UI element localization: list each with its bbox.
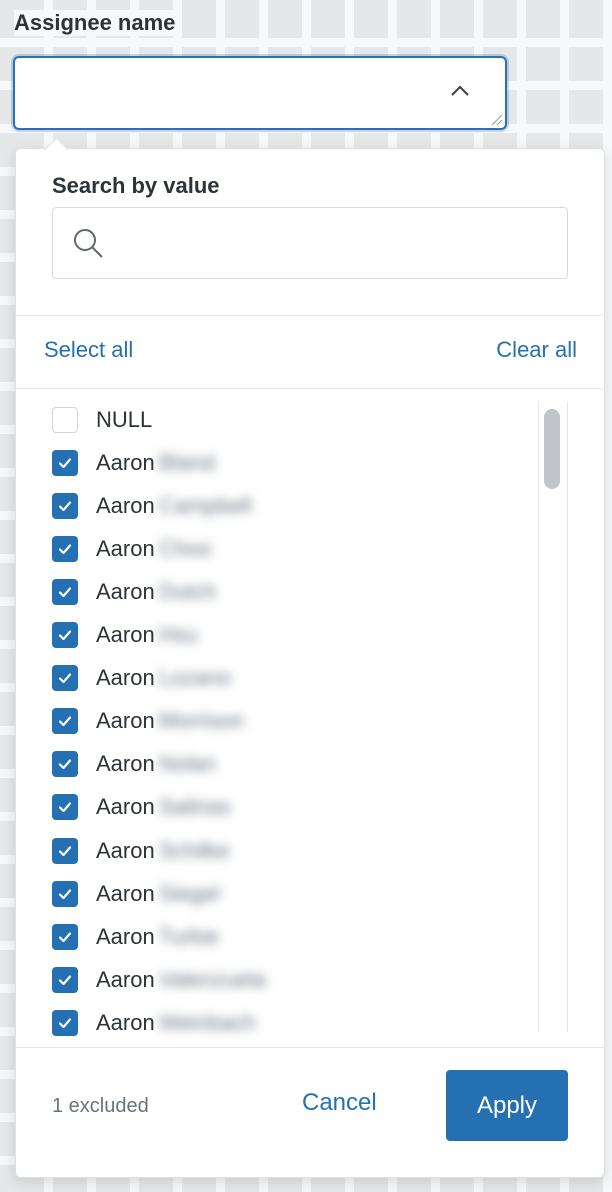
select-all-button[interactable]: Select all: [44, 337, 133, 363]
option-label-redacted: Campbell: [158, 492, 252, 518]
divider: [16, 1047, 604, 1048]
option-label: Aaron: [96, 880, 155, 906]
option-checkbox[interactable]: [52, 535, 78, 562]
check-icon: [58, 630, 72, 641]
option-item[interactable]: Aaron Bland: [52, 441, 215, 484]
check-icon: [58, 457, 72, 468]
option-checkbox[interactable]: [52, 449, 78, 476]
option-label: Aaron: [96, 449, 155, 475]
option-checkbox[interactable]: [52, 751, 78, 778]
option-checkbox[interactable]: [52, 578, 78, 605]
option-label-redacted: Lozano: [158, 665, 231, 691]
resize-handle-icon[interactable]: [487, 110, 503, 126]
option-label: Aaron: [96, 1009, 155, 1035]
option-label: Aaron: [96, 622, 155, 647]
field-label: Assignee name: [14, 10, 182, 36]
options-list[interactable]: NULL Aaron Bland Aaron Campbell Aaron Choo Aaro…: [16, 390, 604, 1046]
check-icon: [58, 845, 72, 856]
option-item[interactable]: Aaron Siegel: [52, 872, 220, 915]
option-checkbox[interactable]: [52, 406, 78, 433]
option-item[interactable]: Aaron Turkie: [52, 915, 219, 958]
check-icon: [58, 975, 72, 985]
search-field[interactable]: [52, 207, 568, 279]
option-checkbox[interactable]: [52, 665, 78, 692]
search-title: Search by value: [52, 173, 220, 198]
option-checkbox[interactable]: [52, 923, 78, 950]
option-item[interactable]: Aaron Weinbach: [52, 1001, 256, 1044]
divider: [16, 315, 604, 316]
option-label: NULL: [96, 406, 153, 432]
chevron-up-icon[interactable]: [449, 80, 471, 102]
check-icon: [58, 544, 72, 554]
option-item[interactable]: Aaron Dutch: [52, 570, 216, 613]
option-checkbox[interactable]: [52, 492, 78, 519]
check-icon: [58, 716, 72, 727]
option-label: Aaron: [96, 535, 155, 561]
cancel-button[interactable]: Cancel: [302, 1089, 377, 1117]
option-item[interactable]: Aaron Schilke: [52, 829, 230, 872]
option-label-redacted: Schilke: [158, 837, 230, 863]
excluded-count: 1 excluded: [52, 1095, 149, 1117]
option-label-redacted: Morrison: [158, 708, 245, 734]
option-label-redacted: Siegel: [158, 880, 220, 906]
check-icon: [58, 932, 72, 942]
option-checkbox[interactable]: [52, 837, 78, 864]
option-label: Aaron: [96, 751, 155, 777]
check-icon: [58, 802, 72, 813]
option-item[interactable]: NULL: [52, 398, 152, 441]
option-item[interactable]: Aaron Nolan: [52, 743, 216, 786]
option-label-redacted: Hsu: [158, 622, 198, 647]
option-item[interactable]: Aaron Choo: [52, 527, 211, 570]
option-checkbox[interactable]: [52, 708, 78, 735]
option-checkbox[interactable]: [52, 966, 78, 993]
option-item[interactable]: Aaron Salinas: [52, 786, 231, 829]
option-checkbox[interactable]: [52, 880, 78, 907]
option-item[interactable]: Aaron Campbell: [52, 484, 252, 527]
filter-dropdown-panel: Search by value Select all Clear all NUL…: [15, 137, 605, 1178]
option-label-redacted: Nolan: [158, 751, 217, 777]
option-checkbox[interactable]: [52, 1009, 78, 1036]
search-icon: [74, 229, 103, 258]
check-icon: [58, 587, 72, 597]
option-item[interactable]: Aaron Lozano: [52, 657, 231, 700]
search-input[interactable]: [117, 208, 551, 278]
option-label: Aaron: [96, 837, 155, 863]
option-label: Aaron: [96, 492, 155, 518]
check-icon: [58, 759, 72, 770]
option-label: Aaron: [96, 923, 155, 949]
option-label: Aaron: [96, 578, 155, 604]
check-icon: [58, 673, 72, 684]
scrollbar-track[interactable]: [538, 402, 568, 1032]
option-label: Aaron: [96, 708, 155, 734]
option-label-redacted: Bland: [158, 449, 215, 475]
option-label: Aaron: [96, 665, 155, 691]
option-checkbox[interactable]: [52, 622, 78, 648]
option-label-redacted: Choo: [158, 535, 212, 561]
clear-all-button[interactable]: Clear all: [496, 337, 577, 363]
option-label-redacted: Salinas: [158, 794, 231, 820]
option-label: Aaron: [96, 966, 155, 992]
divider: [16, 388, 604, 389]
scrollbar-thumb[interactable]: [544, 409, 560, 489]
option-label-redacted: Dutch: [158, 578, 217, 604]
check-icon: [58, 1018, 72, 1028]
check-icon: [58, 501, 72, 511]
option-checkbox[interactable]: [52, 794, 78, 821]
apply-button[interactable]: Apply: [446, 1070, 568, 1141]
option-label-redacted: Valenzuela: [158, 966, 266, 992]
option-item[interactable]: Aaron Valenzuela: [52, 958, 266, 1001]
option-label-redacted: Turkie: [158, 923, 220, 949]
assignee-select[interactable]: [13, 56, 507, 130]
check-icon: [58, 888, 72, 899]
option-label-redacted: Weinbach: [158, 1009, 257, 1035]
option-item[interactable]: Aaron Hsu: [52, 614, 198, 657]
option-label: Aaron: [96, 794, 155, 820]
option-item[interactable]: Aaron Morrison: [52, 700, 244, 743]
